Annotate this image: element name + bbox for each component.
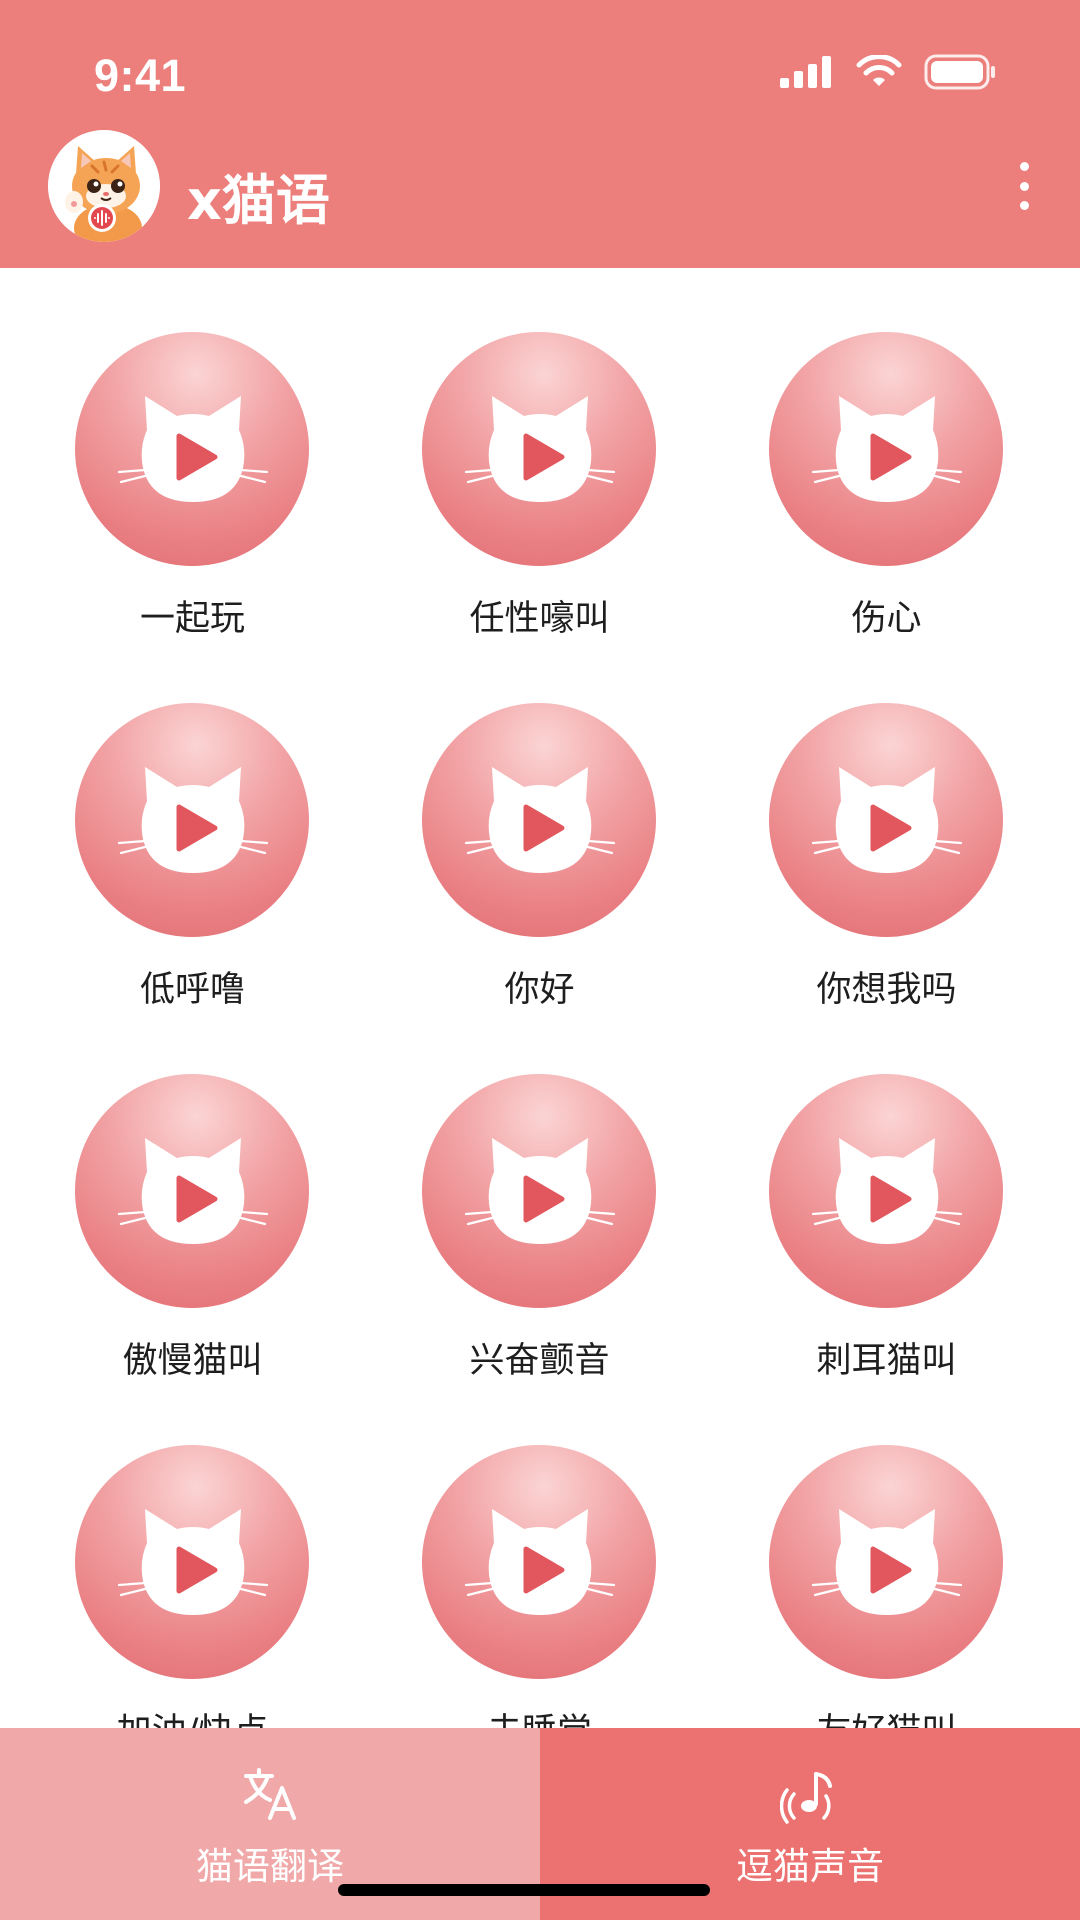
sound-item[interactable]: 你想我吗 <box>713 639 1060 1010</box>
app-screen: 9:41 x猫语 一起玩 任性嚎叫 伤心 低呼噜 你好 你想我吗 傲慢猫叫 兴奋… <box>0 0 1080 1920</box>
sound-play-button[interactable] <box>75 1445 309 1679</box>
translate-icon <box>244 1768 296 1820</box>
sound-play-button[interactable] <box>422 1445 656 1679</box>
app-header: 9:41 x猫语 <box>0 0 1080 268</box>
cat-play-icon <box>117 1138 269 1244</box>
cat-play-icon <box>811 767 963 873</box>
sound-item[interactable]: 伤心 <box>713 268 1060 639</box>
sound-item[interactable]: 任性嚎叫 <box>366 268 713 639</box>
tab-label: 逗猫声音 <box>736 1845 884 1888</box>
sound-play-button[interactable] <box>75 332 309 566</box>
sound-play-button[interactable] <box>769 703 1003 937</box>
sound-play-button[interactable] <box>769 332 1003 566</box>
sound-play-button[interactable] <box>769 1074 1003 1308</box>
cat-play-icon <box>117 767 269 873</box>
cat-play-icon <box>117 1509 269 1615</box>
sound-label: 低呼噜 <box>139 970 245 1010</box>
cat-avatar-icon[interactable] <box>48 130 160 242</box>
cat-play-icon <box>811 396 963 502</box>
sound-label: 友好猫叫 <box>713 1703 1060 1728</box>
sound-label: 刺耳猫叫 <box>816 1341 957 1381</box>
sound-label: 傲慢猫叫 <box>122 1341 263 1381</box>
sound-label: 你想我吗 <box>816 970 957 1010</box>
battery-icon <box>924 54 995 90</box>
cat-play-icon <box>464 396 616 502</box>
sound-label: 加油/快点 <box>19 1703 366 1728</box>
sound-item[interactable]: 刺耳猫叫 <box>713 1010 1060 1381</box>
sound-label: 任性嚎叫 <box>469 599 610 639</box>
cat-play-icon <box>464 1138 616 1244</box>
sound-item[interactable]: 兴奋颤音 <box>366 1010 713 1381</box>
cat-play-icon <box>811 1509 963 1615</box>
sound-label: 去睡觉 <box>366 1703 713 1728</box>
sound-item[interactable]: 加油/快点 <box>19 1381 366 1728</box>
sound-item[interactable]: 友好猫叫 <box>713 1381 1060 1728</box>
signal-icon <box>780 56 831 88</box>
app-title: x猫语 <box>187 169 330 232</box>
sound-item[interactable]: 去睡觉 <box>366 1381 713 1728</box>
status-icons <box>780 52 996 92</box>
sound-play-button[interactable] <box>422 1074 656 1308</box>
cat-play-icon <box>811 1138 963 1244</box>
music-note-icon <box>780 1772 832 1824</box>
sound-label: 一起玩 <box>139 599 245 639</box>
sound-play-button[interactable] <box>769 1445 1003 1679</box>
sound-item[interactable]: 低呼噜 <box>19 639 366 1010</box>
cat-play-icon <box>117 396 269 502</box>
sound-label: 伤心 <box>851 599 922 639</box>
sound-play-button[interactable] <box>422 703 656 937</box>
sound-item[interactable]: 你好 <box>366 639 713 1010</box>
cat-sound-grid: 一起玩 任性嚎叫 伤心低呼噜 你好 你想我吗傲慢猫叫 兴奋颤音 刺耳猫叫加油/快点去睡觉友好… <box>0 268 1080 1728</box>
sound-item[interactable]: 一起玩 <box>19 268 366 639</box>
sound-play-button[interactable] <box>422 332 656 566</box>
sound-label: 你好 <box>504 970 575 1010</box>
sound-label: 兴奋颤音 <box>469 1341 610 1381</box>
sound-play-button[interactable] <box>75 703 309 937</box>
cat-play-icon <box>464 767 616 873</box>
sound-item[interactable]: 傲慢猫叫 <box>19 1010 366 1381</box>
tab-label: 猫语翻译 <box>196 1845 344 1888</box>
home-indicator <box>338 1884 710 1896</box>
wifi-icon <box>856 55 902 86</box>
sound-play-button[interactable] <box>75 1074 309 1308</box>
status-time: 9:41 <box>94 50 187 101</box>
cat-play-icon <box>464 1509 616 1615</box>
more-vertical-icon[interactable] <box>1004 156 1044 216</box>
